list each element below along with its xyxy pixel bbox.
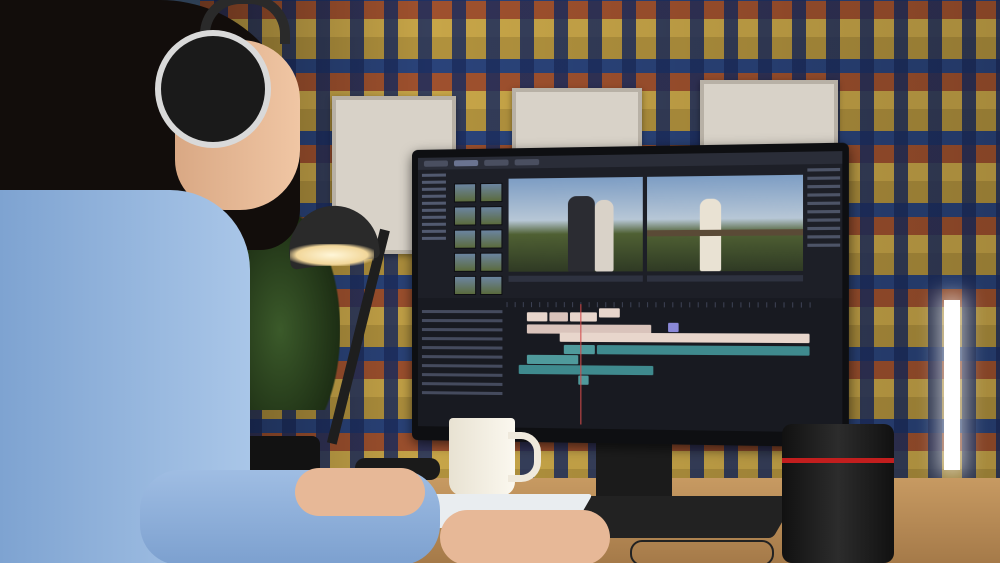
program-monitor[interactable] (647, 175, 803, 272)
photo-scene (0, 0, 1000, 563)
timeline-ruler[interactable] (507, 302, 812, 307)
coffee-mug (449, 418, 515, 496)
audio-clip[interactable] (527, 355, 578, 365)
workspace-tab[interactable] (484, 159, 508, 165)
media-thumbnail[interactable] (454, 230, 476, 249)
boy-figure (568, 196, 595, 272)
audio-clip[interactable] (519, 365, 654, 375)
led-light-tube (944, 300, 960, 470)
source-monitor[interactable] (509, 177, 643, 272)
lamp-light (290, 244, 374, 266)
timeline-panel[interactable] (418, 298, 842, 433)
camera-lens (782, 424, 894, 563)
video-clip[interactable] (560, 333, 810, 343)
hand-on-keyboard (295, 468, 425, 516)
video-editor-screen (418, 151, 842, 432)
fence (647, 229, 803, 236)
media-thumbnail[interactable] (480, 206, 502, 225)
source-transport-bar[interactable] (509, 275, 643, 281)
editor-menu-bar (418, 151, 842, 170)
media-thumbnail[interactable] (454, 183, 476, 202)
selected-clip[interactable] (668, 323, 679, 332)
video-clip[interactable] (599, 308, 620, 317)
mug-handle (508, 432, 541, 482)
media-thumbnail[interactable] (480, 229, 502, 248)
track-headers (422, 310, 502, 395)
workspace-tab[interactable] (515, 159, 540, 165)
monitor (412, 143, 849, 448)
media-thumbnail[interactable] (454, 206, 476, 225)
playhead[interactable] (580, 304, 581, 424)
video-clip[interactable] (549, 312, 568, 321)
video-clip[interactable] (570, 312, 597, 321)
workspace-tab[interactable] (424, 160, 448, 166)
media-thumbnail[interactable] (480, 276, 502, 295)
eyeglasses (630, 540, 774, 563)
audio-clip[interactable] (564, 345, 595, 354)
workspace-tab-active[interactable] (454, 160, 478, 166)
effects-panel (807, 168, 840, 294)
media-thumbnail[interactable] (454, 253, 476, 272)
girl-figure (595, 200, 614, 272)
project-panel (422, 174, 446, 274)
headphone-icon (155, 30, 271, 148)
media-thumbnail[interactable] (480, 183, 502, 202)
audio-clip[interactable] (597, 345, 810, 356)
program-transport-bar[interactable] (647, 275, 803, 282)
hand-on-desk (440, 510, 610, 563)
video-clip[interactable] (527, 312, 547, 321)
media-bin (454, 183, 502, 274)
lens-red-ring (782, 458, 894, 463)
media-thumbnail[interactable] (454, 276, 476, 295)
media-thumbnail[interactable] (480, 253, 502, 272)
